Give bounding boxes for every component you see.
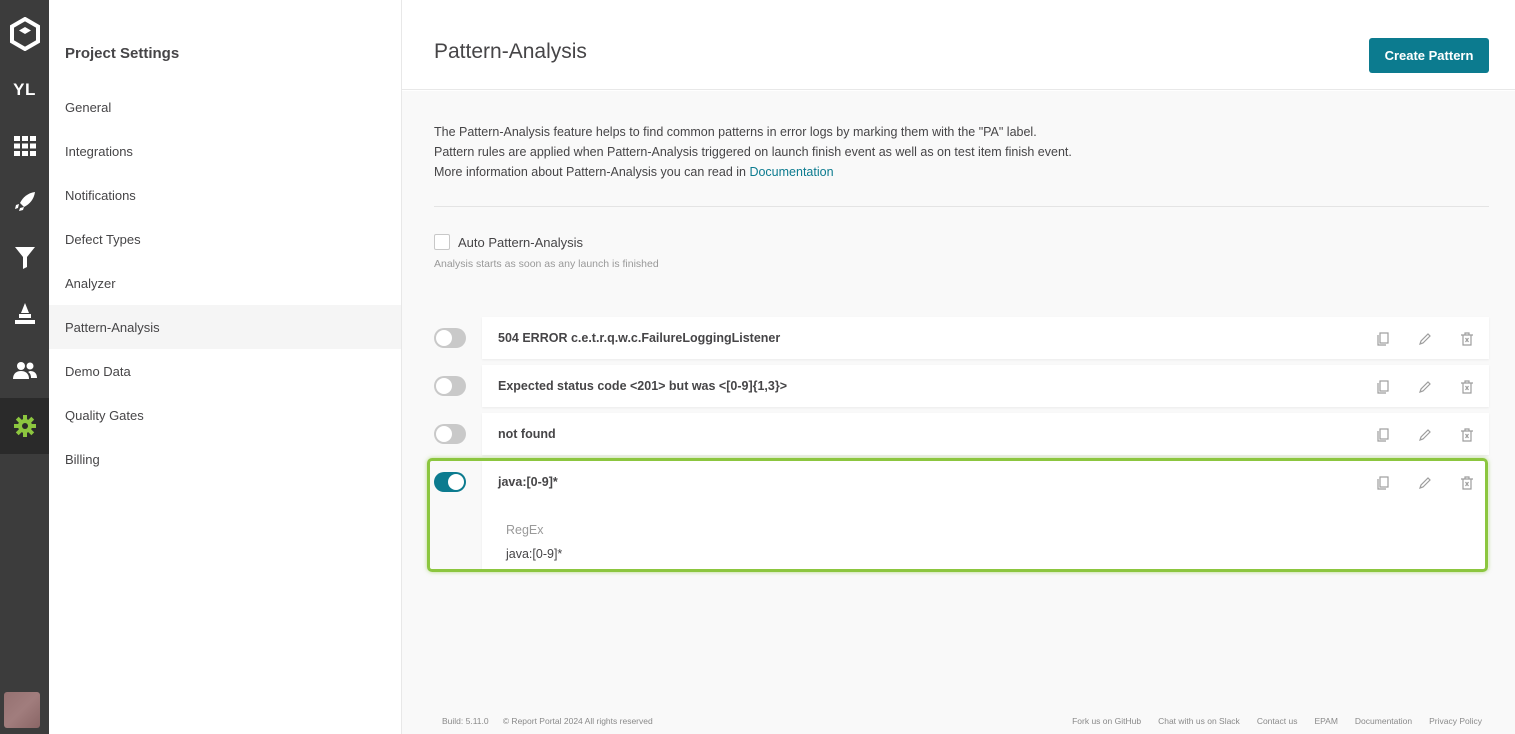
filters-icon[interactable] [0,230,49,286]
user-avatar[interactable] [4,692,40,728]
footer-link-privacy[interactable]: Privacy Policy [1429,716,1482,726]
main-content: Pattern-Analysis Create Pattern The Patt… [402,0,1515,734]
pattern-toggle[interactable] [434,376,466,396]
nav-item-analyzer[interactable]: Analyzer [49,261,401,305]
delete-icon[interactable] [1459,427,1475,443]
auto-pattern-checkbox[interactable] [434,234,450,250]
pattern-toggle[interactable] [434,424,466,444]
footer-links: Fork us on GitHub Chat with us on Slack … [1072,716,1482,726]
nav-item-quality-gates[interactable]: Quality Gates [49,393,401,437]
pattern-name: 504 ERROR c.e.t.r.q.w.c.FailureLoggingLi… [498,331,781,345]
nav-item-integrations[interactable]: Integrations [49,129,401,173]
delete-icon[interactable] [1459,475,1475,491]
page-title: Pattern-Analysis [434,40,587,63]
nav-item-billing[interactable]: Billing [49,437,401,481]
delete-icon[interactable] [1459,379,1475,395]
nav-item-general[interactable]: General [49,85,401,129]
pattern-row: not found [482,413,1489,455]
project-avatar[interactable]: YL [0,62,49,118]
build-version: Build: 5.11.0 [442,716,489,726]
pattern-actions [1375,475,1475,491]
footer-link-slack[interactable]: Chat with us on Slack [1158,716,1240,726]
pattern-toggle[interactable] [434,472,466,492]
copyright: © Report Portal 2024 All rights reserved [502,716,653,726]
copy-icon[interactable] [1375,427,1391,443]
pattern-row-expanded: java:[0-9]* RegEx java:[0-9]* [482,461,1489,569]
pattern-type-label: RegEx [506,523,544,537]
nav-item-pattern-analysis[interactable]: Pattern-Analysis [49,305,401,349]
dashboard-icon[interactable] [0,118,49,174]
pattern-toggle[interactable] [434,328,466,348]
auto-pattern-label[interactable]: Auto Pattern-Analysis [458,235,583,250]
pattern-actions [1375,379,1475,395]
auto-pattern-analysis[interactable]: Auto Pattern-Analysis [434,234,583,250]
divider [434,206,1489,207]
auto-pattern-hint: Analysis starts as soon as any launch is… [434,258,659,270]
edit-icon[interactable] [1417,427,1433,443]
pattern-actions [1375,331,1475,347]
footer-link-github[interactable]: Fork us on GitHub [1072,716,1141,726]
logo-icon[interactable] [0,6,49,62]
app-rail: YL [0,0,49,734]
copy-icon[interactable] [1375,331,1391,347]
create-pattern-button[interactable]: Create Pattern [1369,38,1489,73]
footer-link-contact[interactable]: Contact us [1257,716,1298,726]
nav-item-defect-types[interactable]: Defect Types [49,217,401,261]
page-header: Pattern-Analysis Create Pattern [402,0,1515,90]
pattern-value: java:[0-9]* [506,547,563,561]
pattern-row: Expected status code <201> but was <[0-9… [482,365,1489,407]
feature-description: The Pattern-Analysis feature helps to fi… [434,122,1074,182]
settings-icon[interactable] [0,398,49,454]
edit-icon[interactable] [1417,331,1433,347]
footer-link-documentation[interactable]: Documentation [1355,716,1412,726]
pattern-row: 504 ERROR c.e.t.r.q.w.c.FailureLoggingLi… [482,317,1489,359]
launches-icon[interactable] [0,174,49,230]
pattern-name: not found [498,427,556,441]
documentation-link[interactable]: Documentation [749,165,833,179]
settings-title: Project Settings [65,45,180,62]
copy-icon[interactable] [1375,475,1391,491]
pattern-name: java:[0-9]* [498,475,558,489]
delete-icon[interactable] [1459,331,1475,347]
debug-icon[interactable] [0,286,49,342]
members-icon[interactable] [0,342,49,398]
pattern-actions [1375,427,1475,443]
pattern-name: Expected status code <201> but was <[0-9… [498,379,788,393]
nav-item-notifications[interactable]: Notifications [49,173,401,217]
copy-icon[interactable] [1375,379,1391,395]
footer-info: Build: 5.11.0 © Report Portal 2024 All r… [442,716,653,726]
nav-item-demo-data[interactable]: Demo Data [49,349,401,393]
edit-icon[interactable] [1417,475,1433,491]
settings-sidebar: Project Settings General Integrations No… [49,0,402,734]
edit-icon[interactable] [1417,379,1433,395]
footer-link-epam[interactable]: EPAM [1314,716,1337,726]
